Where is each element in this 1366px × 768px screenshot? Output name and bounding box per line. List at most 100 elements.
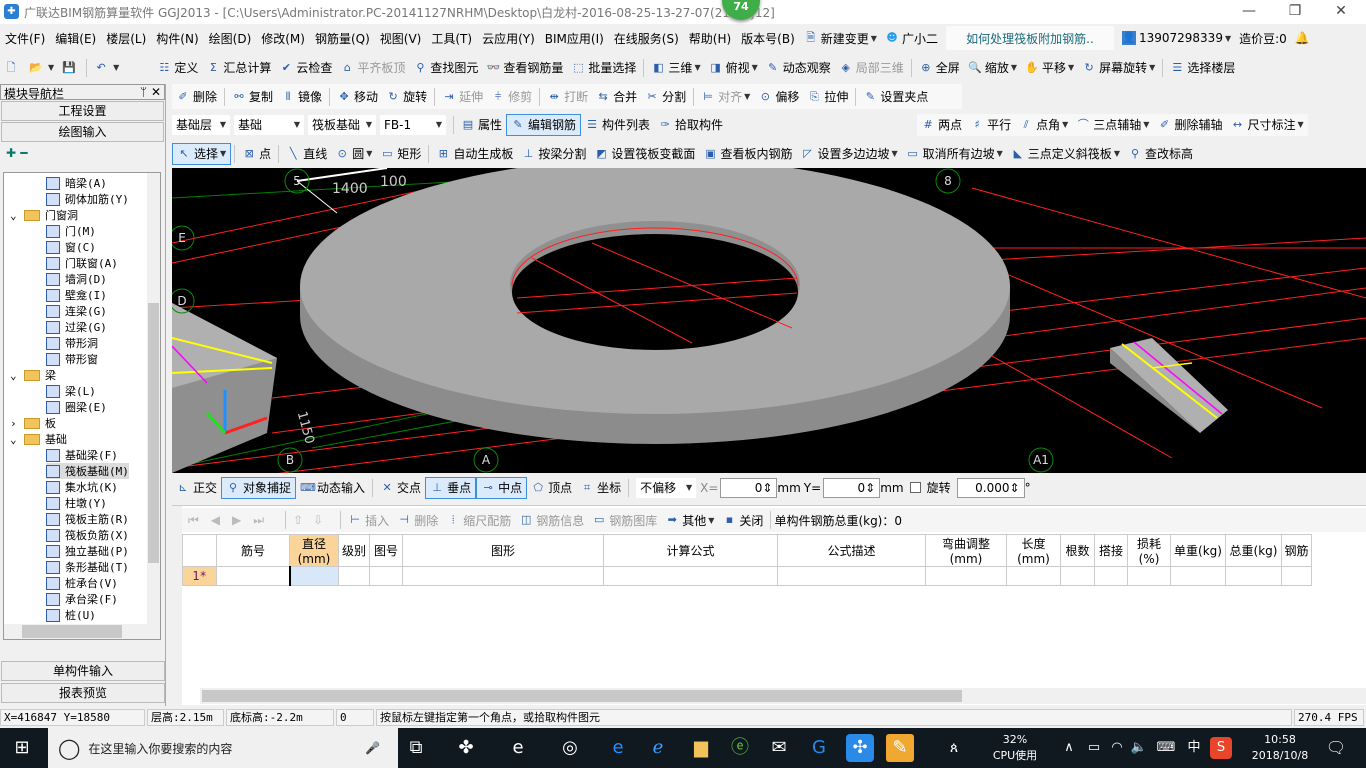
tree-item[interactable]: 壁龛(I) xyxy=(46,287,107,303)
table-row[interactable]: 1* xyxy=(182,566,1312,586)
tree-item[interactable]: 筏板基础(M) xyxy=(46,463,129,479)
toolbar-button-tb1-3[interactable]: ⌂ 平齐板顶 xyxy=(336,57,409,79)
toolbar-button-tb2-1[interactable]: ⚯ 复制 xyxy=(228,86,277,108)
toolbar-button-tb2-7[interactable]: ⇹ 打断 xyxy=(543,86,592,108)
scrollbar-thumb[interactable] xyxy=(202,690,962,702)
column-header[interactable]: 钢筋 xyxy=(1281,534,1312,567)
tree-item[interactable]: 柱墩(Y) xyxy=(46,495,107,511)
notes-app-icon[interactable]: ✎ xyxy=(886,734,914,762)
bell-icon[interactable]: 🔔 xyxy=(1291,27,1314,49)
collapse-all-icon[interactable]: ━ xyxy=(20,146,27,160)
tree-item[interactable]: 集水坑(K) xyxy=(46,479,118,495)
expander-icon[interactable]: › xyxy=(10,417,24,430)
toolbar-button-tb4-8[interactable]: ▣ 查看板内钢筋 xyxy=(699,143,796,165)
tree-item[interactable]: 承台梁(F) xyxy=(46,591,118,607)
toolbar-button-edbtns-4[interactable]: ▭ 钢筋图库 xyxy=(588,509,661,531)
toolbar-button-tb2-4[interactable]: ↻ 旋转 xyxy=(382,86,431,108)
new-file-button[interactable]: 🗋 xyxy=(0,57,25,79)
menu-item-7[interactable]: 视图(V) xyxy=(375,30,427,47)
toolbar-button-tb3-0[interactable]: ▤ 属性 xyxy=(457,114,506,136)
tree-horizontal-scrollbar[interactable] xyxy=(4,624,160,639)
column-header[interactable]: 弯曲调整(mm) xyxy=(925,534,1007,567)
tree-item[interactable]: 连梁(G) xyxy=(46,303,107,319)
toolbar-button-snaps-1[interactable]: ⚲ 对象捕捉 xyxy=(221,476,297,499)
toolbar-button-tb1-1[interactable]: Σ 汇总计算 xyxy=(202,57,275,79)
toolbar-button-tb3b-1[interactable]: ♯ 平行 xyxy=(966,114,1015,136)
row-number[interactable]: 1* xyxy=(182,566,217,586)
toolbar-button-tb4-1[interactable]: ⊠ 点 xyxy=(238,143,275,165)
rotate-checkbox[interactable] xyxy=(909,482,921,493)
expand-collapse-buttons[interactable]: ✚ ━ xyxy=(0,143,165,165)
active-cell[interactable] xyxy=(288,566,339,586)
toolbar-button-snaps-6[interactable]: ⬠ 顶点 xyxy=(527,477,576,499)
action-center-icon[interactable]: 🗨 xyxy=(1322,734,1350,762)
search-box[interactable]: ◯ 在这里输入你要搜索的内容 🎤 xyxy=(48,728,398,768)
x-input[interactable]: 0 ⇕ xyxy=(720,477,778,498)
type-select[interactable]: 基础 ▼ xyxy=(234,114,304,135)
menu-item-2[interactable]: 楼层(L) xyxy=(101,30,151,47)
3d-viewport[interactable]: 5 E D B A A1 8 1400 100 1150 xyxy=(169,157,1366,484)
toolbar-button-tb2-9[interactable]: ✂ 分割 xyxy=(641,86,690,108)
toolbar-button-edbtns-1[interactable]: ⊣ 删除 xyxy=(393,509,442,531)
toolbar-button-edbtns-6[interactable]: ▪ 关闭 xyxy=(718,509,767,531)
mail-icon[interactable]: ✉ xyxy=(765,734,793,762)
tree-item[interactable]: 梁(L) xyxy=(46,383,96,399)
toolbar-button-tb1-2[interactable]: ✔ 云检查 xyxy=(275,57,336,79)
toolbar-button-tb1-10[interactable]: ◈ 局部三维 xyxy=(835,57,908,79)
tree-item[interactable]: 筏板主筋(R) xyxy=(46,511,129,527)
project-settings-button[interactable]: 工程设置 xyxy=(1,101,164,121)
toolbar-button-tb3b-3[interactable]: ⌒ 三点辅轴 ▼ xyxy=(1072,114,1153,136)
open-file-button[interactable]: 📂 ▼ xyxy=(25,57,58,79)
toolbar-button-tb3b-4[interactable]: ✐ 删除辅轴 xyxy=(1153,114,1226,136)
report-preview-button[interactable]: 报表预览 xyxy=(1,683,165,703)
windows-start-icon[interactable]: ⊞ xyxy=(8,734,36,762)
toolbar-button-tb4-7[interactable]: ◩ 设置筏板变截面 xyxy=(590,143,699,165)
tree-item[interactable]: 暗梁(A) xyxy=(46,175,107,191)
blue-app-icon[interactable]: ✣ xyxy=(846,734,874,762)
column-header[interactable]: 根数 xyxy=(1060,534,1095,567)
column-header[interactable]: 筋号 xyxy=(216,534,290,567)
tree-item[interactable]: 墙洞(D) xyxy=(46,271,107,287)
toolbar-button-edbtns-5[interactable]: ➡ 其他 ▼ xyxy=(661,509,718,531)
toolbar-button-tb3-3[interactable]: ✑ 拾取构件 xyxy=(654,114,727,136)
toolbar-button-tb4-0[interactable]: ↖ 选择 ▼ xyxy=(172,142,232,165)
toolbar-button-tb1-6[interactable]: ⬚ 批量选择 xyxy=(567,57,640,79)
tree-item[interactable]: 独立基础(P) xyxy=(46,543,129,559)
toolbar-button-tb1-9[interactable]: ✎ 动态观察 xyxy=(762,57,835,79)
sogou-ime-icon[interactable]: S xyxy=(1210,737,1232,759)
toolbar-button-snaps-5[interactable]: ⊸ 中点 xyxy=(476,476,528,499)
menu-item-5[interactable]: 修改(M) xyxy=(256,30,310,47)
menu-item-0[interactable]: 文件(F) xyxy=(0,30,50,47)
tip-link[interactable]: 如何处理筏板附加钢筋.. xyxy=(945,26,1114,50)
menu-item-8[interactable]: 工具(T) xyxy=(426,30,477,47)
toolbar-button-tb1-12[interactable]: 🔍 缩放 ▼ xyxy=(964,57,1021,79)
menu-item-11[interactable]: 在线服务(S) xyxy=(609,30,684,47)
restore-button[interactable]: ❐ xyxy=(1272,0,1318,24)
expand-all-icon[interactable]: ✚ xyxy=(6,146,16,160)
y-input[interactable]: 0 ⇕ xyxy=(823,477,881,498)
show-hidden-icons[interactable]: ∧ xyxy=(1055,734,1083,762)
user-account[interactable]: 👤 13907298339 ▼ xyxy=(1118,27,1235,49)
column-header[interactable]: 级别 xyxy=(338,534,370,567)
column-header[interactable]: 公式描述 xyxy=(777,534,926,567)
menu-item-1[interactable]: 编辑(E) xyxy=(50,30,101,47)
toolbar-button-tb3b-0[interactable]: # 两点 xyxy=(917,114,966,136)
file-explorer-icon[interactable]: ▆ xyxy=(687,734,715,762)
column-header[interactable]: 直径(mm) xyxy=(289,534,339,567)
toolbar-button-tb3b-2[interactable]: ⫽ 点角 ▼ xyxy=(1015,114,1072,136)
toolbar-button-tb4-2[interactable]: ╲ 直线 xyxy=(282,143,331,165)
toolbar-button-tb1-15[interactable]: ☰ 选择楼层 xyxy=(1166,57,1239,79)
toolbar-button-tb2-5[interactable]: ⇥ 延伸 xyxy=(438,86,487,108)
toolbar-button-tb2-2[interactable]: ⫴ 镜像 xyxy=(277,86,326,108)
component-select[interactable]: FB-1 ▼ xyxy=(380,114,446,135)
toolbar-button-tb1-0[interactable]: ☷ 定义 xyxy=(153,57,202,79)
column-header[interactable]: 损耗(%) xyxy=(1127,534,1171,567)
menu-item-3[interactable]: 构件(N) xyxy=(151,30,203,47)
toolbar-button-edbtns-0[interactable]: ⊢ 插入 xyxy=(344,509,393,531)
menu-item-9[interactable]: 云应用(Y) xyxy=(477,30,540,47)
tree-item[interactable]: 门联窗(A) xyxy=(46,255,118,271)
toolbar-button-tb1-13[interactable]: ✋ 平移 ▼ xyxy=(1021,57,1078,79)
toolbar-button-tb3-2[interactable]: ☰ 构件列表 xyxy=(581,114,654,136)
menu-item-13[interactable]: 版本号(B) xyxy=(736,30,800,47)
column-header[interactable]: 总重(kg) xyxy=(1225,534,1282,567)
